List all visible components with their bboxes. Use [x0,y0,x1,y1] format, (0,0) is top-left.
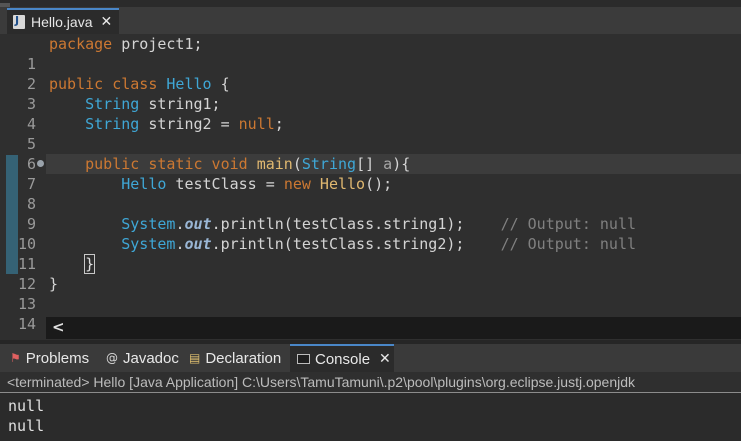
comment: // Output: null [500,235,637,253]
code-line: 3 public class Hello { [27,74,741,113]
tab-hello-java[interactable]: J Hello.java ✕ [7,8,119,34]
line-number: 3 [26,95,36,113]
keyword: new [283,175,311,193]
code-text: ){ [392,155,411,173]
class-name: Hello [166,75,212,93]
line-number: 11 [17,255,36,273]
line-number: 2 [26,75,36,93]
line-number: 12 [17,275,36,293]
window-top-strip [0,0,741,7]
code-text: .println(testClass.string1); [211,215,465,233]
scroll-left-icon[interactable]: < [52,318,65,336]
line-number: 14 [17,315,36,333]
code-line: 13 } [18,274,741,313]
field-decl: string2 = [139,115,239,133]
type-name: String [301,155,357,173]
fold-icon[interactable] [37,160,44,167]
line-number: 13 [17,295,36,313]
line-number: 8 [26,195,36,213]
method-name: main [256,155,293,173]
code-line: 5 String string2 = null; [27,114,741,153]
tab-label: Console [315,350,371,368]
parameter: a [383,155,393,173]
javadoc-icon: @ [106,351,118,365]
class-name: System [121,235,176,253]
top-strip-accent [0,3,10,7]
code-editor[interactable]: 1 package project1; 2 3 public class Hel… [0,34,741,340]
editor-tab-bar: J Hello.java ✕ [0,0,741,34]
code-line: 9 [27,194,741,233]
tab-problems[interactable]: ⚑ Problems [10,344,89,372]
code-line: 4 String string1; [27,94,741,133]
keyword: public static void [85,155,248,173]
class-name: System [121,215,176,233]
code-text: .println(testClass.string2); [211,235,465,253]
close-icon[interactable]: ✕ [379,351,391,367]
code-line: 1 package project1; [27,34,741,73]
java-file-icon-glyph: J [15,14,20,27]
code-line-current: 7 public static void main(String[] a){ [27,154,741,193]
console-output-line: null [8,417,45,435]
code-line: 10 System.out.println(testClass.string1)… [18,214,741,253]
code-text: ; [274,115,284,133]
tab-declaration[interactable]: ▤ Declaration [189,344,281,372]
type-name: String [85,115,140,133]
line-number: 6 [26,155,36,173]
code-line: 6 [27,134,741,173]
line-number: 4 [26,115,36,133]
tab-label: Javadoc [123,349,179,367]
code-text: [] [356,155,384,173]
field-decl: string1; [139,95,221,113]
keyword: package [49,35,113,53]
console-icon [297,354,310,364]
console-status: <terminated> Hello [Java Application] C:… [0,372,741,393]
tab-label: Problems [25,349,90,367]
class-name: Hello [121,175,167,193]
code-area[interactable]: 1 package project1; 2 3 public class Hel… [18,34,741,333]
static-field: out [184,235,212,253]
tab-javadoc[interactable]: @ Javadoc [106,344,179,372]
problems-icon: ⚑ [10,351,21,365]
console-output-line: null [8,397,45,415]
comment: // Output: null [500,215,637,233]
panel-tab-bar: ⚑ Problems @ Javadoc ▤ Declaration Conso… [0,344,741,372]
console-view[interactable]: <terminated> Hello [Java Application] C:… [0,372,741,441]
keyword: null [238,115,275,133]
code-line: 12 } [18,254,741,293]
java-file-icon: J [13,14,25,29]
code-text: } [49,275,59,293]
code-line: 14 [18,294,741,333]
close-icon[interactable]: ✕ [100,14,112,30]
code-line: 11 System.out.println(testClass.string2)… [18,234,741,273]
code-text: testClass = [166,175,284,193]
editor-tab-label: Hello.java [31,14,93,30]
code-line: 2 [27,54,741,93]
tab-label: Declaration [205,349,282,367]
code-text: (); [365,175,393,193]
keyword: public class [49,75,158,93]
code-text: ( [292,155,302,173]
horizontal-scrollbar[interactable]: < [46,317,741,339]
static-field: out [184,215,212,233]
line-number: 9 [26,215,36,233]
code-text: project1; [112,35,203,53]
line-number: 1 [26,55,36,73]
code-line: 8 Hello testClass = new Hello(); [27,174,741,213]
code-text: { [211,75,230,93]
type-name: String [85,95,140,113]
line-number: 5 [26,135,36,153]
line-number: 10 [17,235,36,253]
line-number: 7 [26,175,36,193]
constructor-name: Hello [310,175,366,193]
matching-brace: } [84,254,96,274]
tab-console[interactable]: Console ✕ [290,344,394,372]
declaration-icon: ▤ [189,351,201,365]
